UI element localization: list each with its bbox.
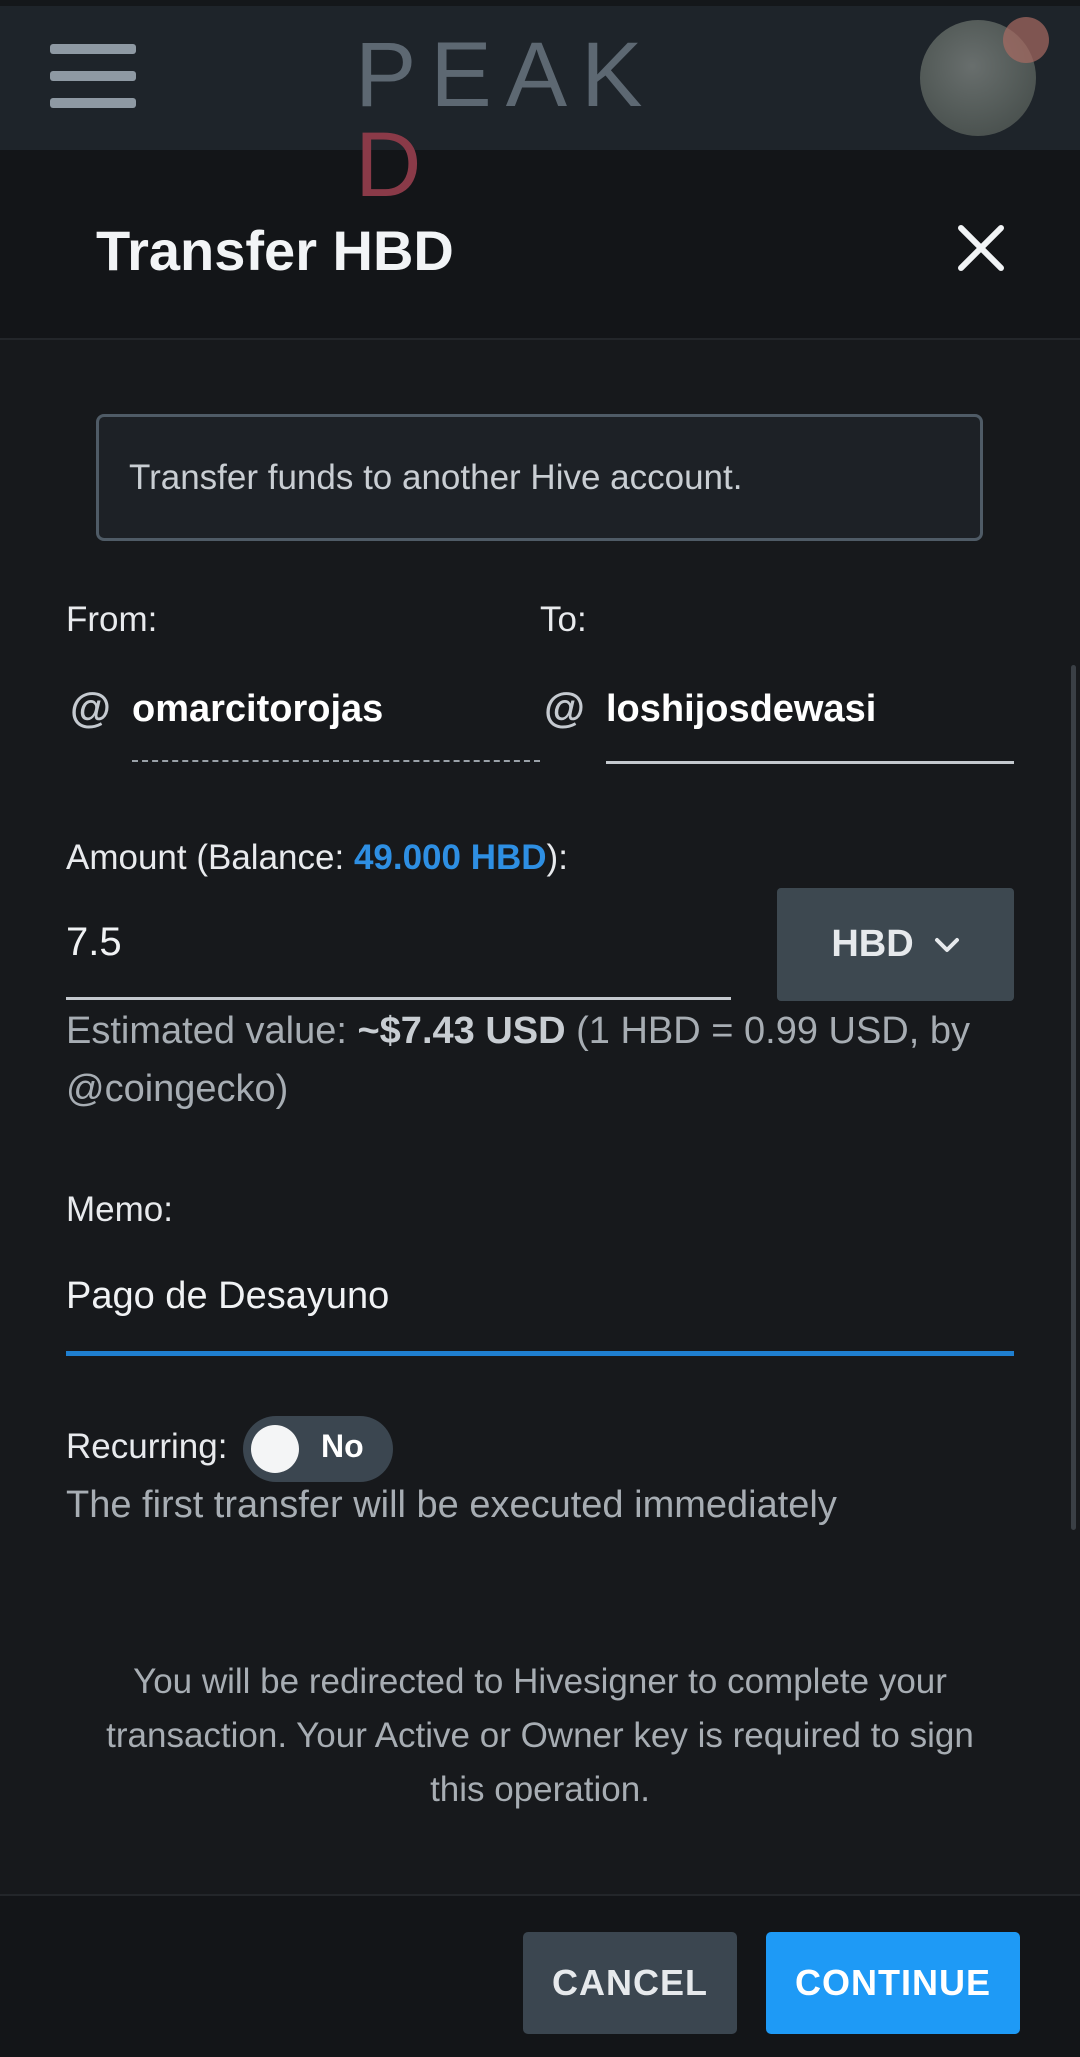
chevron-down-icon bbox=[934, 937, 959, 952]
toggle-knob bbox=[251, 1425, 299, 1473]
to-field[interactable]: loshijosdewasi bbox=[606, 688, 876, 731]
estimate-amount: ~$7.43 USD bbox=[357, 1010, 566, 1052]
amount-underline bbox=[66, 997, 731, 1000]
modal-title: Transfer HBD bbox=[96, 219, 454, 282]
redirect-note: You will be redirected to Hivesigner to … bbox=[106, 1662, 974, 1809]
to-label: To: bbox=[540, 600, 587, 639]
continue-button[interactable]: CONTINUE bbox=[766, 1932, 1020, 2034]
currency-label: HBD bbox=[831, 923, 914, 965]
recurring-label: Recurring: bbox=[66, 1427, 228, 1466]
memo-underline bbox=[66, 1351, 1014, 1356]
memo-input[interactable]: Pago de Desayuno bbox=[66, 1275, 389, 1318]
currency-select[interactable]: HBD bbox=[777, 888, 1014, 1001]
hamburger-icon[interactable] bbox=[50, 44, 136, 108]
amount-label: Amount (Balance: 49.000 HBD): bbox=[66, 838, 568, 878]
to-field-underline bbox=[606, 761, 1014, 764]
info-box: Transfer funds to another Hive account. bbox=[96, 414, 983, 541]
toggle-label: No bbox=[321, 1428, 364, 1464]
close-icon[interactable] bbox=[955, 222, 1007, 274]
peakd-logo: PEAK D bbox=[355, 29, 715, 211]
amount-label-text: Amount (Balance: bbox=[66, 838, 354, 877]
at-icon: @ bbox=[544, 684, 585, 731]
modal-header: Transfer HBD bbox=[0, 150, 1080, 340]
info-text: Transfer funds to another Hive account. bbox=[129, 458, 743, 497]
cancel-button[interactable]: CANCEL bbox=[523, 1932, 737, 2034]
logo-text: PEAK bbox=[355, 24, 657, 126]
memo-label: Memo: bbox=[66, 1190, 173, 1229]
notification-dot bbox=[1003, 17, 1049, 63]
from-label: From: bbox=[66, 600, 158, 639]
status-strip bbox=[0, 0, 1080, 6]
amount-input[interactable]: 7.5 bbox=[66, 920, 122, 965]
recurring-toggle[interactable]: No bbox=[243, 1416, 393, 1482]
amount-label-suffix: ): bbox=[546, 838, 568, 877]
estimate-prefix: Estimated value: bbox=[66, 1010, 358, 1052]
recurring-note: The first transfer will be executed imme… bbox=[66, 1484, 837, 1526]
from-field: omarcitorojas bbox=[132, 688, 384, 730]
balance-link[interactable]: 49.000 HBD bbox=[354, 838, 547, 877]
at-icon: @ bbox=[70, 684, 111, 731]
from-field-underline bbox=[132, 760, 540, 762]
estimated-value: Estimated value: ~$7.43 USD (1 HBD = 0.9… bbox=[66, 1002, 1006, 1118]
logo-letter: D bbox=[355, 114, 436, 216]
scrollbar[interactable] bbox=[1071, 665, 1076, 1530]
